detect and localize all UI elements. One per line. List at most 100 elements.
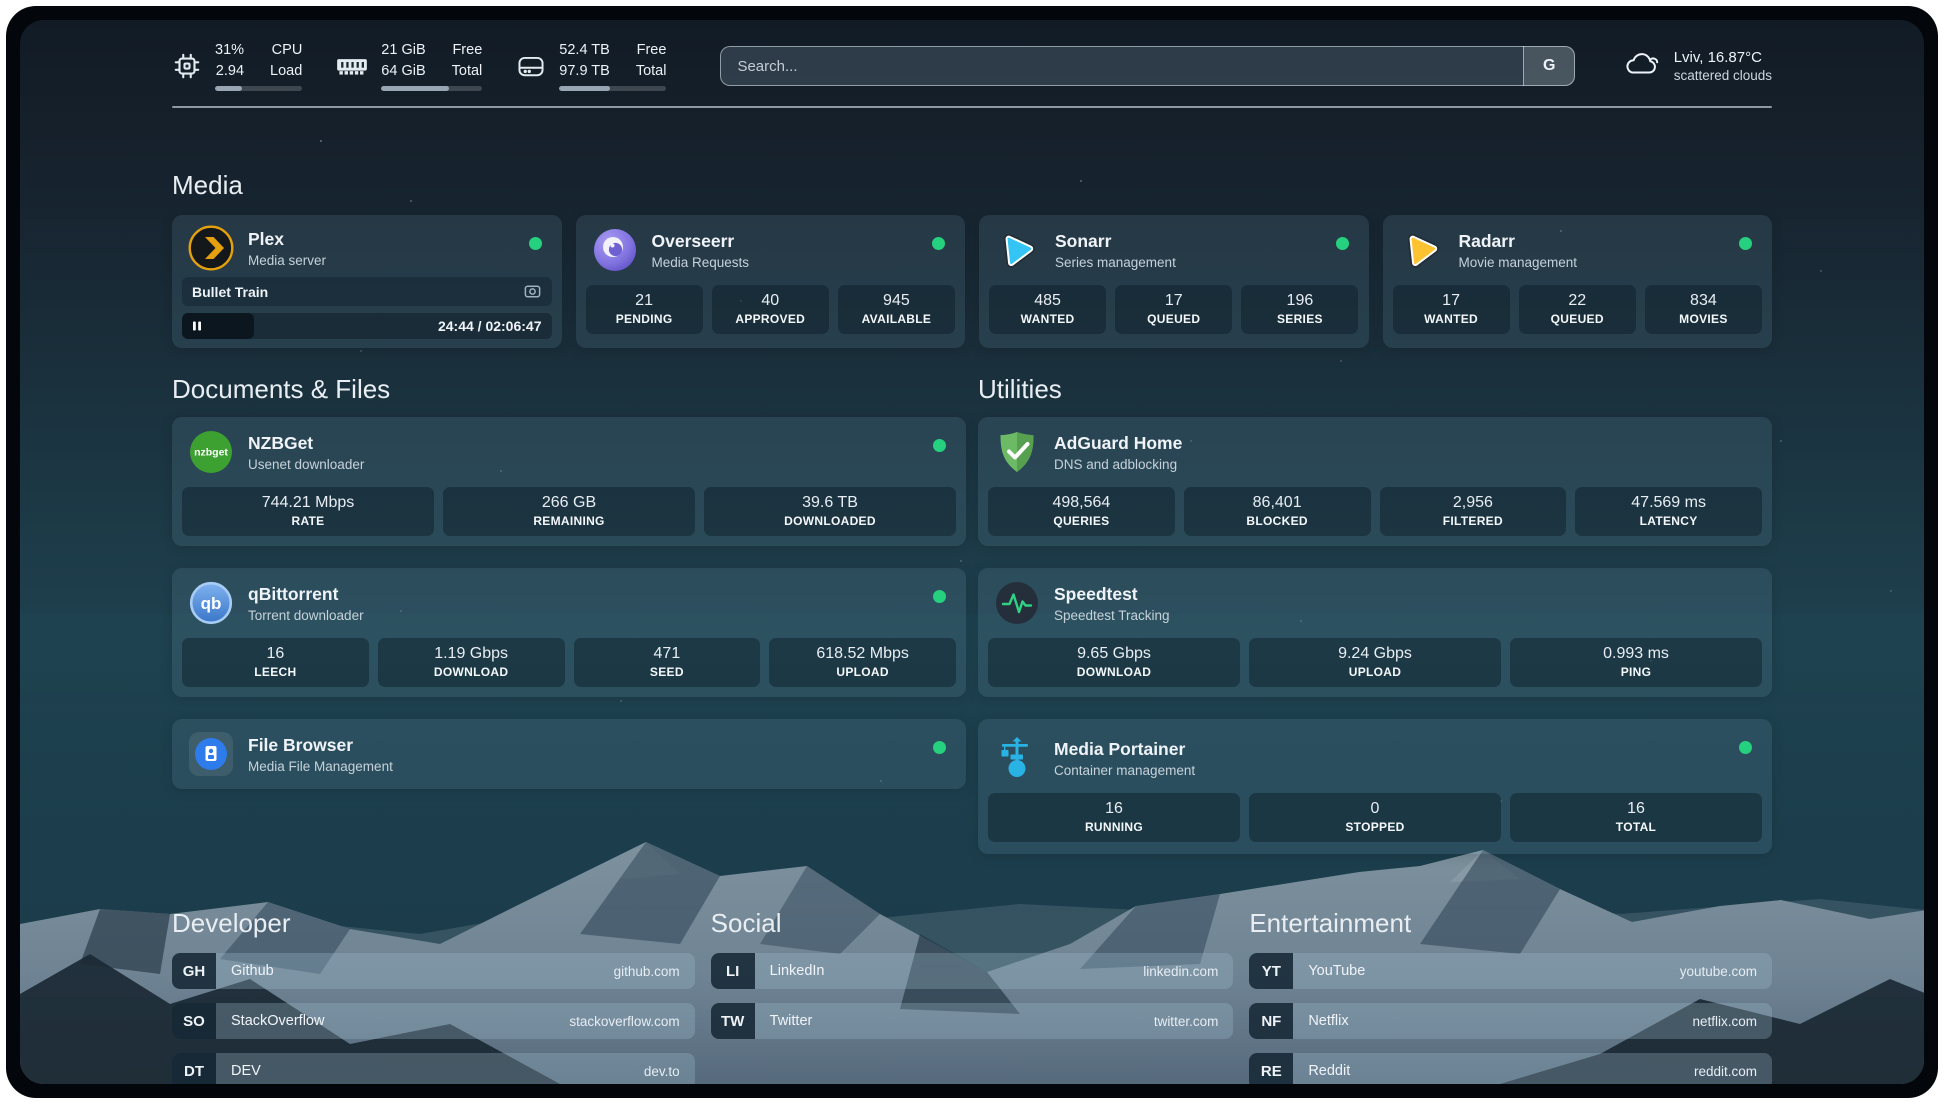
- bookmark-linkedin[interactable]: LI LinkedIn linkedin.com: [711, 953, 1234, 989]
- bookmark-name: Twitter: [755, 1013, 813, 1029]
- app-name: Media Portainer: [1054, 739, 1195, 760]
- disk-labels: Free Total: [636, 41, 667, 79]
- bookmark-domain: youtube.com: [1680, 964, 1772, 979]
- portainer-icon: [994, 735, 1040, 781]
- ram-total: 64 GiB: [381, 62, 425, 80]
- app-desc: Torrent downloader: [248, 608, 364, 623]
- adguard-icon: [994, 429, 1040, 475]
- bookmark-reddit[interactable]: RE Reddit reddit.com: [1249, 1053, 1772, 1084]
- bookmark-name: StackOverflow: [216, 1013, 324, 1029]
- search-bar: G: [720, 46, 1574, 86]
- app-name: Sonarr: [1055, 231, 1176, 252]
- bookmark-dev[interactable]: DT DEV dev.to: [172, 1053, 695, 1084]
- stat-running: 16RUNNING: [988, 793, 1240, 842]
- status-dot: [1739, 741, 1752, 754]
- app-desc: Media server: [248, 253, 326, 268]
- cpu-progress: [215, 86, 302, 91]
- cpu-load: 2.94: [215, 62, 244, 80]
- cpu-load-label: Load: [270, 62, 302, 80]
- top-bar: 31% 2.94 CPU Load: [172, 38, 1772, 94]
- adguard-card[interactable]: AdGuard Home DNS and adblocking 498,564Q…: [978, 417, 1772, 546]
- svg-text:qb: qb: [201, 594, 222, 613]
- cast-icon[interactable]: [523, 282, 542, 301]
- disk-widget: 52.4 TB 97.9 TB Free Total: [516, 41, 666, 90]
- stat-download: 1.19 GbpsDOWNLOAD: [378, 638, 565, 687]
- stat-seed: 471SEED: [574, 638, 761, 687]
- weather-condition: scattered clouds: [1674, 68, 1772, 83]
- stat-queued: 17QUEUED: [1115, 285, 1232, 334]
- weather-widget: Lviv, 16.87°C scattered clouds: [1623, 49, 1772, 84]
- portainer-card[interactable]: Media Portainer Container management 16R…: [978, 719, 1772, 854]
- app-desc: Series management: [1055, 255, 1176, 270]
- ram-icon: [336, 53, 368, 79]
- status-dot: [529, 237, 542, 250]
- nzbget-icon: nzbget: [188, 429, 234, 475]
- ram-values: 21 GiB 64 GiB: [381, 41, 425, 79]
- speedtest-card[interactable]: Speedtest Speedtest Tracking 9.65 GbpsDO…: [978, 568, 1772, 697]
- app-name: Radarr: [1459, 231, 1578, 252]
- stat-blocked: 86,401BLOCKED: [1184, 487, 1371, 536]
- disk-free-label: Free: [636, 41, 667, 59]
- bookmark-twitter[interactable]: TW Twitter twitter.com: [711, 1003, 1234, 1039]
- status-dot: [1336, 237, 1349, 250]
- bookmark-name: Reddit: [1293, 1063, 1350, 1079]
- disk-free: 52.4 TB: [559, 41, 610, 59]
- stat-remaining: 266 GBREMAINING: [443, 487, 695, 536]
- nzbget-card[interactable]: nzbget NZBGet Usenet downloader 744.21 M…: [172, 417, 966, 546]
- cpu-widget: 31% 2.94 CPU Load: [172, 41, 302, 90]
- status-dot: [933, 590, 946, 603]
- app-desc: Usenet downloader: [248, 457, 364, 472]
- bookmark-github[interactable]: GH Github github.com: [172, 953, 695, 989]
- developer-group: Developer GH Github github.com SO StackO…: [172, 908, 695, 1084]
- app-name: qBittorrent: [248, 584, 364, 605]
- bookmark-youtube[interactable]: YT YouTube youtube.com: [1249, 953, 1772, 989]
- search-provider-button[interactable]: G: [1523, 46, 1575, 86]
- disk-icon: [516, 53, 546, 79]
- bookmark-abbr: SO: [172, 1003, 216, 1039]
- ram-widget: 21 GiB 64 GiB Free Total: [336, 41, 482, 90]
- documents-column: Documents & Files nzbget NZBGet Usenet d…: [172, 374, 966, 864]
- system-stats: 31% 2.94 CPU Load: [172, 41, 666, 90]
- svg-text:nzbget: nzbget: [194, 447, 228, 459]
- ram-total-label: Total: [452, 62, 483, 80]
- search-input[interactable]: [720, 46, 1574, 86]
- stat-queries: 498,564QUERIES: [988, 487, 1175, 536]
- app-name: Overseerr: [652, 231, 750, 252]
- qbittorrent-card[interactable]: qb qBittorrent Torrent downloader 16LEEC…: [172, 568, 966, 697]
- section-title-developer: Developer: [172, 908, 695, 939]
- cpu-usage: 31%: [215, 41, 244, 59]
- stat-stopped: 0STOPPED: [1249, 793, 1501, 842]
- stat-approved: 40APPROVED: [712, 285, 829, 334]
- pause-icon[interactable]: [191, 320, 203, 332]
- speedtest-icon: [994, 580, 1040, 626]
- sonarr-icon: [995, 227, 1041, 273]
- entertainment-group: Entertainment YT YouTube youtube.com NF …: [1249, 908, 1772, 1084]
- bookmark-netflix[interactable]: NF Netflix netflix.com: [1249, 1003, 1772, 1039]
- plex-player-bar[interactable]: 24:44 / 02:06:47: [182, 313, 552, 339]
- bookmark-abbr: TW: [711, 1003, 755, 1039]
- stat-rate: 744.21 MbpsRATE: [182, 487, 434, 536]
- radarr-card[interactable]: Radarr Movie management 17WANTED 22QUEUE…: [1383, 215, 1773, 348]
- bookmark-domain: reddit.com: [1694, 1064, 1772, 1079]
- status-dot: [1739, 237, 1752, 250]
- ram-labels: Free Total: [452, 41, 483, 79]
- app-name: AdGuard Home: [1054, 433, 1182, 454]
- sonarr-card[interactable]: Sonarr Series management 485WANTED 17QUE…: [979, 215, 1369, 348]
- ram-free: 21 GiB: [381, 41, 425, 59]
- bookmark-domain: linkedin.com: [1143, 964, 1233, 979]
- app-desc: DNS and adblocking: [1054, 457, 1182, 472]
- app-desc: Media Requests: [652, 255, 750, 270]
- overseerr-card[interactable]: Overseerr Media Requests 21PENDING 40APP…: [576, 215, 966, 348]
- bookmark-domain: github.com: [614, 964, 695, 979]
- cloud-icon: [1623, 49, 1661, 84]
- filebrowser-card[interactable]: File Browser Media File Management: [172, 719, 966, 789]
- plex-card[interactable]: Plex Media server Bullet Train: [172, 215, 562, 348]
- bookmark-name: YouTube: [1293, 963, 1365, 979]
- app-desc: Container management: [1054, 763, 1195, 778]
- stat-available: 945AVAILABLE: [838, 285, 955, 334]
- bookmark-abbr: LI: [711, 953, 755, 989]
- disk-values: 52.4 TB 97.9 TB: [559, 41, 610, 79]
- bookmark-stackoverflow[interactable]: SO StackOverflow stackoverflow.com: [172, 1003, 695, 1039]
- stat-upload: 618.52 MbpsUPLOAD: [769, 638, 956, 687]
- stat-filtered: 2,956FILTERED: [1380, 487, 1567, 536]
